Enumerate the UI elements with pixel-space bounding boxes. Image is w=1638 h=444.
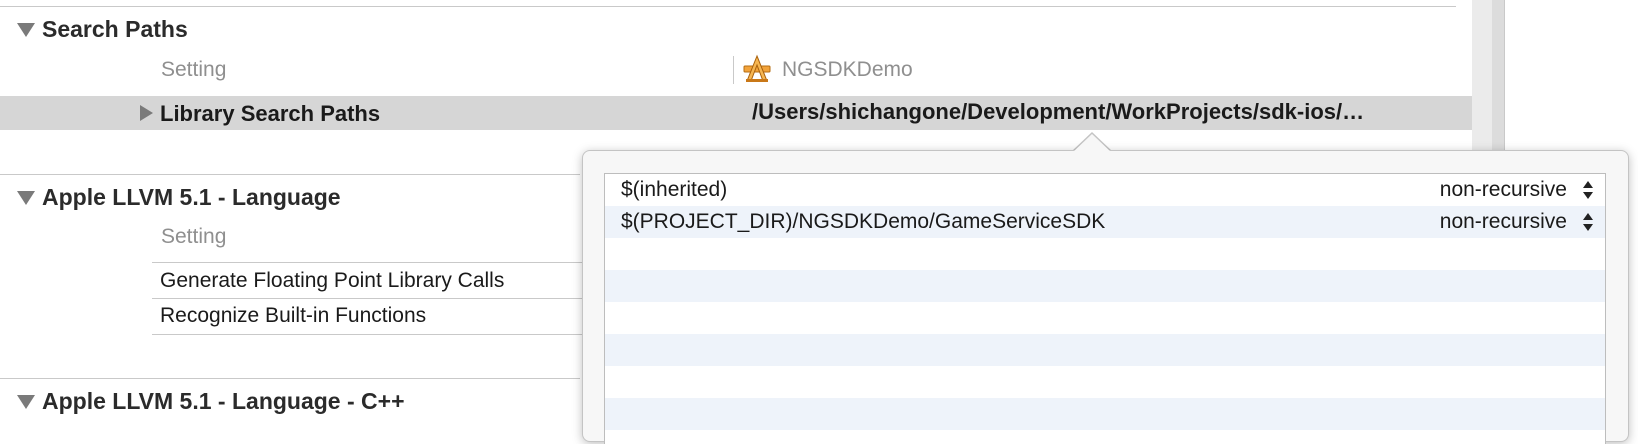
row-divider — [152, 298, 582, 299]
up-down-stepper-icon[interactable] — [1581, 179, 1595, 201]
setting-label-generate-floating-point[interactable]: Generate Floating Point Library Calls — [160, 269, 504, 293]
up-down-stepper-icon[interactable] — [1581, 211, 1595, 233]
table-row-empty[interactable] — [605, 302, 1605, 334]
recursion-select-value[interactable]: non-recursive — [1440, 210, 1567, 234]
table-row-empty[interactable] — [605, 334, 1605, 366]
column-header-setting: Setting — [161, 58, 227, 81]
table-row-empty[interactable] — [605, 238, 1605, 270]
library-search-paths-popover: $(inherited) non-recursive $(PROJECT_DIR… — [582, 150, 1629, 444]
disclosure-triangle-down-icon[interactable] — [17, 23, 35, 37]
row-divider — [152, 262, 582, 263]
setting-label-library-search-paths: Library Search Paths — [160, 101, 381, 126]
disclosure-triangle-right-icon[interactable] — [140, 105, 153, 121]
table-row-empty[interactable] — [605, 398, 1605, 430]
path-value[interactable]: $(inherited) — [621, 178, 727, 202]
table-row[interactable]: $(inherited) non-recursive — [605, 174, 1605, 206]
section-title-llvm-language[interactable]: Apple LLVM 5.1 - Language — [42, 184, 341, 211]
setting-value-library-search-paths[interactable]: /Users/shichangone/Development/WorkProje… — [752, 99, 1364, 125]
table-row[interactable]: $(PROJECT_DIR)/NGSDKDemo/GameServiceSDK … — [605, 206, 1605, 238]
disclosure-triangle-down-icon[interactable] — [17, 395, 35, 409]
search-paths-table: $(inherited) non-recursive $(PROJECT_DIR… — [604, 173, 1606, 444]
section-title-search-paths[interactable]: Search Paths — [42, 16, 188, 43]
table-row-empty[interactable] — [605, 270, 1605, 302]
column-header-target: NGSDKDemo — [782, 58, 913, 81]
column-separator — [733, 56, 734, 84]
section-divider-top — [0, 6, 1456, 7]
path-value[interactable]: $(PROJECT_DIR)/NGSDKDemo/GameServiceSDK — [621, 210, 1105, 234]
section-title-llvm-language-cpp[interactable]: Apple LLVM 5.1 - Language - C++ — [42, 388, 405, 415]
recursion-select-value[interactable]: non-recursive — [1440, 178, 1567, 202]
xcode-app-target-icon — [743, 54, 771, 82]
section-divider — [0, 174, 580, 175]
column-header-setting: Setting — [161, 225, 227, 248]
setting-label-recognize-builtin[interactable]: Recognize Built-in Functions — [160, 304, 426, 328]
row-divider — [152, 334, 582, 335]
table-row-empty[interactable] — [605, 366, 1605, 398]
popover-arrow-fill — [1073, 134, 1111, 152]
disclosure-triangle-down-icon[interactable] — [17, 191, 35, 205]
section-divider — [0, 378, 580, 379]
